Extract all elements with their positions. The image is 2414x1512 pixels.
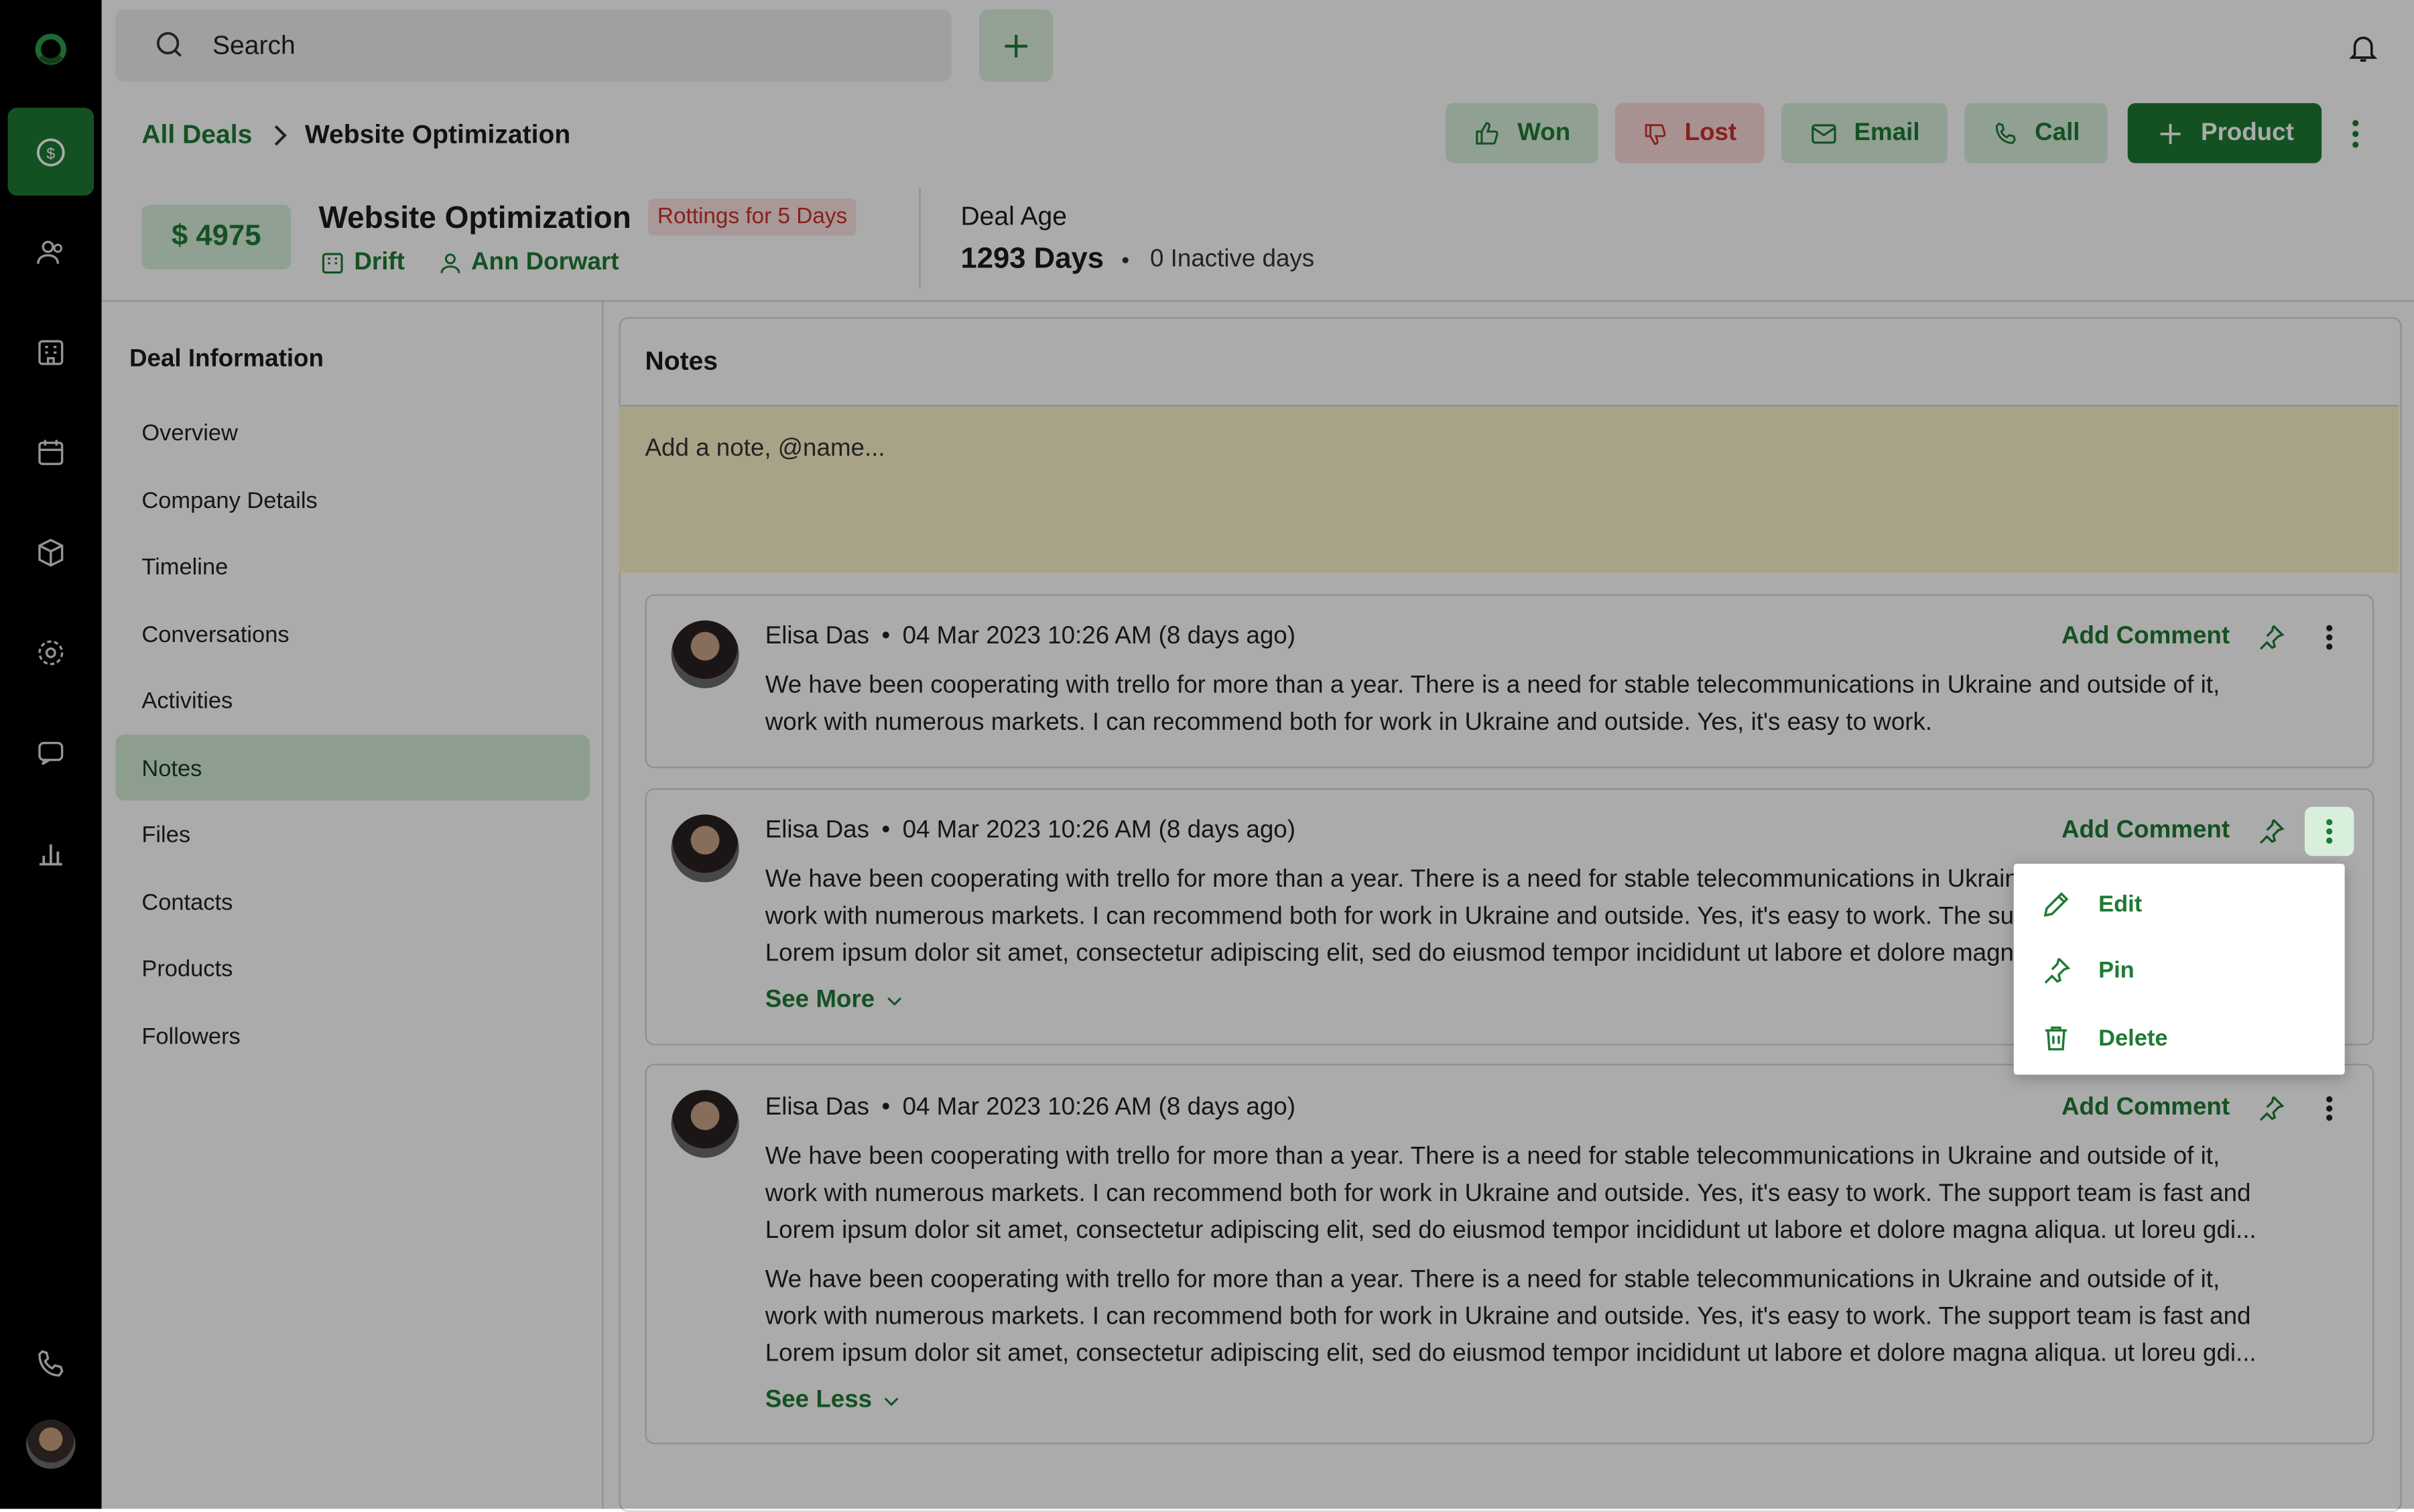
kebab-icon — [2326, 819, 2333, 844]
menu-item-edit[interactable]: Edit — [2014, 873, 2345, 935]
menu-item-label: Pin — [2098, 956, 2135, 983]
trash-icon — [2045, 1025, 2067, 1050]
pin-icon — [2044, 956, 2071, 983]
menu-item-pin[interactable]: Pin — [2014, 939, 2345, 1001]
note-menu-button-active[interactable] — [2304, 806, 2354, 857]
pencil-icon — [2043, 891, 2069, 916]
modal-backdrop[interactable] — [0, 0, 2414, 1509]
menu-item-delete[interactable]: Delete — [2014, 1007, 2345, 1068]
note-options-menu: Edit Pin Delete — [2013, 863, 2345, 1075]
menu-item-label: Edit — [2098, 890, 2143, 917]
menu-item-label: Delete — [2098, 1024, 2168, 1051]
